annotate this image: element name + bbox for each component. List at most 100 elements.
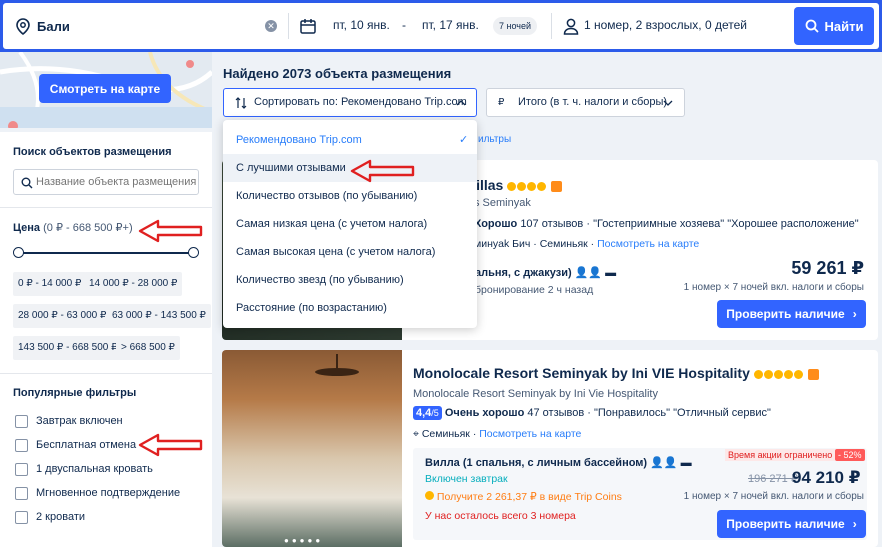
location-text: Семиньяк · <box>421 428 477 440</box>
divider <box>288 13 289 39</box>
price-mode-dropdown[interactable]: ₽ Итого (в т. ч. налоги и сборы) <box>486 88 685 117</box>
filter-checkbox[interactable] <box>15 415 28 428</box>
cta-label: Проверить наличие <box>726 307 845 321</box>
checkout-date[interactable]: пт, 17 янв. <box>422 18 479 32</box>
sort-option-lowest-price[interactable]: Самая низкая цена (с учетом налога) <box>223 210 477 238</box>
hotel-photo[interactable] <box>222 350 402 547</box>
bed-icon: ▬ <box>680 457 692 469</box>
bed-icon: ▬ <box>605 267 617 279</box>
price-note: 1 номер × 7 ночей вкл. налоги и сборы <box>683 491 864 502</box>
price-note: 1 номер × 7 ночей вкл. налоги и сборы <box>683 282 864 293</box>
hotel-card[interactable]: ●●●●● Monolocale Resort Seminyak by Ini … <box>222 350 878 547</box>
price-slider-min-handle[interactable] <box>13 247 24 258</box>
filter-label[interactable]: 1 двуспальная кровать <box>36 463 153 475</box>
calendar-icon[interactable] <box>300 19 316 34</box>
filter-label[interactable]: Завтрак включен <box>36 415 123 427</box>
check-availability-button[interactable]: Проверить наличие › <box>717 300 866 328</box>
view-on-map-link[interactable]: Посмотреть на карте <box>597 238 699 250</box>
hotel-rating-row: 4,4/5 Очень хорошо 47 отзывов · "Понрави… <box>413 406 771 420</box>
location-text: минyak Бич · Семиньяк · <box>474 238 595 250</box>
cta-label: Проверить наличие <box>726 517 845 531</box>
find-button-label: Найти <box>824 18 864 34</box>
sort-icon <box>235 97 247 109</box>
hotel-name[interactable]: Villas <box>467 177 563 193</box>
annotation-arrow-icon <box>138 433 203 457</box>
hotel-name-text: Monolocale Resort Seminyak by Ini VIE Ho… <box>413 365 750 381</box>
search-bar: ✕ пт, 10 янв. - пт, 17 янв. 7 ночей 1 но… <box>0 0 882 52</box>
guests-icon: 👤👤 <box>650 457 678 469</box>
sort-option-recommended[interactable]: Рекомендовано Trip.com ✓ <box>223 126 477 154</box>
show-on-map-button[interactable]: Смотреть на карте <box>39 74 171 103</box>
hotel-name-field[interactable] <box>13 169 199 195</box>
nights-badge: 7 ночей <box>493 17 538 35</box>
score-badge: 4,4/5 <box>413 406 442 420</box>
ceiling-fan-icon <box>315 354 359 376</box>
star-icon <box>783 369 793 379</box>
hotel-name[interactable]: Monolocale Resort Seminyak by Ini VIE Ho… <box>413 365 819 381</box>
hotel-location: ⌖ Семиньяк · Посмотреть на карте <box>413 428 581 441</box>
price-chip[interactable]: 14 000 ₽ - 28 000 ₽ <box>84 272 183 296</box>
user-icon <box>563 18 579 35</box>
review-tag: "Понравилось" <box>593 407 671 419</box>
filter-checkbox[interactable] <box>15 511 28 524</box>
price-range: (0 ₽ - 668 500 ₽+) <box>43 222 133 234</box>
price-chip[interactable]: 63 000 ₽ - 143 500 ₽ <box>107 304 211 328</box>
score-value: 4,4 <box>416 407 432 419</box>
search-box: ✕ пт, 10 янв. - пт, 17 янв. 7 ночей 1 но… <box>3 3 879 49</box>
rating-text: Очень хорошо <box>444 407 525 419</box>
filter-checkbox[interactable] <box>15 439 28 452</box>
sort-menu: Рекомендовано Trip.com ✓ С лучшими отзыва… <box>223 120 477 328</box>
chevron-right-icon: › <box>852 307 857 321</box>
filters-link[interactable]: ильтры <box>478 134 511 145</box>
chevron-right-icon: › <box>852 517 857 531</box>
star-icon <box>763 369 773 379</box>
search-icon <box>805 19 819 33</box>
review-count: 107 отзывов <box>520 218 584 230</box>
photo-pager[interactable]: ●●●●● <box>284 536 323 545</box>
price-chip[interactable]: 143 500 ₽ - 668 500 ₽ <box>13 336 123 360</box>
price-chip[interactable]: > 668 500 ₽ <box>116 336 180 360</box>
map-thumbnail[interactable]: Смотреть на карте <box>0 52 212 128</box>
destination-input[interactable] <box>37 15 257 37</box>
filter-label[interactable]: Мгновенное подтверждение <box>36 487 180 499</box>
price-slider-max-handle[interactable] <box>188 247 199 258</box>
price-slider-track[interactable] <box>18 252 194 254</box>
star-icon <box>773 369 783 379</box>
clear-icon[interactable]: ✕ <box>265 20 277 32</box>
sort-option-star-rating[interactable]: Количество звезд (по убыванию) <box>223 266 477 294</box>
check-icon: ✓ <box>459 134 469 146</box>
sort-dropdown[interactable]: Сортировать по: Рекомендовано Trip.com <box>223 88 477 117</box>
check-availability-button[interactable]: Проверить наличие › <box>717 510 866 538</box>
hotel-location: минyak Бич · Семиньяк · Посмотреть на ка… <box>474 238 699 250</box>
guests-icon: 👤👤 <box>574 267 603 279</box>
chevron-up-icon <box>456 100 466 106</box>
star-icon <box>753 369 763 379</box>
filter-label[interactable]: Бесплатная отмена <box>36 439 136 451</box>
sort-option-review-count[interactable]: Количество отзывов (по убыванию) <box>223 182 477 210</box>
booking-note: бронирование 2 ч назад <box>475 284 594 296</box>
price-chip[interactable]: 0 ₽ - 14 000 ₽ <box>13 272 87 296</box>
star-icon <box>537 181 547 191</box>
hotel-price: 94 210 ₽ <box>792 468 861 487</box>
score-max: /5 <box>431 408 439 418</box>
hotel-name-input[interactable] <box>36 173 196 191</box>
find-button[interactable]: Найти <box>794 7 874 45</box>
price-heading: Цена (0 ₽ - 668 500 ₽+) <box>13 221 133 234</box>
divider <box>0 207 212 208</box>
checkin-date[interactable]: пт, 10 янв. <box>333 18 390 32</box>
chevron-down-icon <box>663 100 673 106</box>
sort-option-distance[interactable]: Расстояние (по возрастанию) <box>223 294 477 322</box>
price-chip[interactable]: 28 000 ₽ - 63 000 ₽ <box>13 304 112 328</box>
room-name-text: Вилла (1 спальня, с личным бассейном) <box>425 457 648 469</box>
sort-option-label: Рекомендовано Trip.com <box>236 134 362 146</box>
filter-checkbox[interactable] <box>15 463 28 476</box>
location-pin-icon <box>16 18 30 35</box>
sort-option-highest-price[interactable]: Самая высокая цена (с учетом налога) <box>223 238 477 266</box>
promo-label: Время акции ограничено <box>725 449 836 461</box>
filter-label[interactable]: 2 кровати <box>36 511 85 523</box>
divider <box>551 13 552 39</box>
search-icon <box>21 177 33 189</box>
filter-checkbox[interactable] <box>15 487 28 500</box>
guests-selector[interactable]: 1 номер, 2 взрослых, 0 детей <box>584 18 747 32</box>
view-on-map-link[interactable]: Посмотреть на карте <box>479 428 581 440</box>
